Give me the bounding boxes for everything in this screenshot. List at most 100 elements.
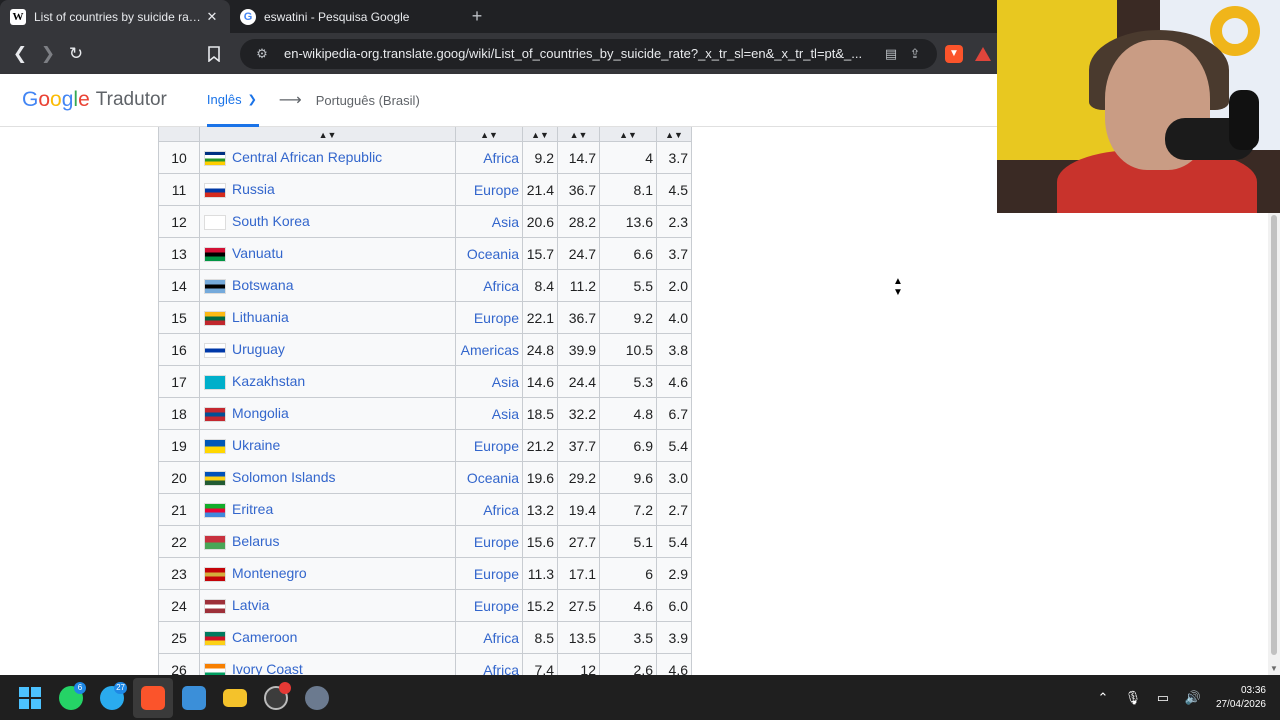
sort-icon[interactable]: ▲▼	[665, 130, 683, 140]
region-link[interactable]: Africa	[483, 662, 519, 676]
scroll-down-icon[interactable]: ▼	[1270, 664, 1278, 673]
rate-female-cell: 13.6	[599, 205, 657, 238]
chevron-up-icon[interactable]: ⌃	[1088, 690, 1118, 706]
settings-taskbar-button[interactable]	[297, 678, 337, 718]
region-link[interactable]: Africa	[483, 630, 519, 646]
system-clock[interactable]: 03:36 27/04/2026	[1216, 684, 1266, 712]
rate-male-cell: 12	[557, 653, 600, 675]
region-link[interactable]: Americas	[461, 342, 519, 358]
notepad-taskbar-button[interactable]	[174, 678, 214, 718]
whatsapp-taskbar-button[interactable]: 6	[51, 678, 91, 718]
region-link[interactable]: Africa	[483, 150, 519, 166]
country-link[interactable]: Central African Republic	[232, 149, 382, 165]
back-icon[interactable]: ❮	[6, 40, 34, 68]
region-link[interactable]: Europe	[474, 534, 519, 550]
region-link[interactable]: Europe	[474, 182, 519, 198]
rate-cell: 8.5	[522, 621, 558, 654]
brave-rewards-icon[interactable]	[975, 46, 991, 61]
address-bar[interactable]: ⚙ en-wikipedia-org.translate.goog/wiki/L…	[240, 38, 937, 69]
start-button[interactable]	[10, 678, 50, 718]
country-link[interactable]: Vanuatu	[232, 245, 283, 261]
country-link[interactable]: South Korea	[232, 213, 310, 229]
microphone-tray-icon[interactable]: 🎙	[1118, 690, 1148, 706]
country-link[interactable]: Lithuania	[232, 309, 289, 325]
country-link[interactable]: Russia	[232, 181, 275, 197]
country-link[interactable]: Montenegro	[232, 565, 307, 581]
sort-icon[interactable]: ▲▼	[480, 130, 498, 140]
country-link[interactable]: Ukraine	[232, 437, 280, 453]
column-header[interactable]: ▲▼	[522, 127, 558, 142]
country-link[interactable]: Latvia	[232, 597, 269, 613]
country-link[interactable]: Cameroon	[232, 629, 297, 645]
country-link[interactable]: Eritrea	[232, 501, 273, 517]
network-icon[interactable]: ▭	[1148, 690, 1178, 706]
resize-cursor-icon: ▲ ▼	[893, 276, 903, 298]
country-link[interactable]: Mongolia	[232, 405, 289, 421]
rate-female-cell: 9.2	[599, 301, 657, 334]
file-explorer-taskbar-button[interactable]	[215, 678, 255, 718]
table-header-row: ▲▼ ▲▼ ▲▼ ▲▼ ▲▼ ▲▼	[158, 127, 692, 142]
rate-cell: 15.7	[522, 237, 558, 270]
obs-taskbar-button[interactable]	[256, 678, 296, 718]
source-language-select[interactable]: Inglês ❯	[206, 74, 259, 127]
telegram-taskbar-button[interactable]: 27	[92, 678, 132, 718]
region-link[interactable]: Asia	[492, 406, 519, 422]
brave-taskbar-button[interactable]	[133, 677, 173, 718]
volume-icon[interactable]: 🔊	[1178, 690, 1208, 706]
sort-icon[interactable]: ▲▼	[619, 130, 637, 140]
region-link[interactable]: Oceania	[467, 246, 519, 262]
sort-icon[interactable]: ▲▼	[319, 130, 337, 140]
region-link[interactable]: Europe	[474, 566, 519, 582]
column-header[interactable]: ▲▼	[599, 127, 657, 142]
new-tab-icon[interactable]: +	[462, 0, 492, 33]
region-link[interactable]: Africa	[483, 502, 519, 518]
brave-shields-icon[interactable]: ▼	[945, 44, 963, 63]
reload-icon[interactable]: ↻	[62, 40, 90, 68]
scrollbar-thumb[interactable]	[1271, 215, 1277, 655]
reader-mode-icon[interactable]: ▤	[879, 46, 903, 62]
sort-icon[interactable]: ▲▼	[531, 130, 549, 140]
site-settings-icon[interactable]: ⚙	[250, 46, 274, 62]
country-flag-icon	[204, 438, 226, 454]
region-link[interactable]: Oceania	[467, 470, 519, 486]
rank-cell: 15	[158, 301, 200, 334]
country-link[interactable]: Kazakhstan	[232, 373, 305, 389]
column-header[interactable]: ▲▼	[656, 127, 692, 142]
target-language-label[interactable]: Português (Brasil)	[316, 93, 420, 108]
sort-icon[interactable]: ▲▼	[570, 130, 588, 140]
table-row: 12 South Korea Asia 20.6 28.2 13.6 2.3	[158, 205, 692, 238]
rate-female-cell: 5.3	[599, 365, 657, 398]
bookmark-icon[interactable]	[200, 40, 228, 68]
page-scrollbar[interactable]: ▼	[1268, 213, 1280, 675]
region-link[interactable]: Europe	[474, 598, 519, 614]
country-link[interactable]: Botswana	[232, 277, 293, 293]
google-logo[interactable]: Google	[22, 88, 90, 112]
column-header[interactable]	[158, 127, 200, 142]
country-link[interactable]: Belarus	[232, 533, 279, 549]
region-link[interactable]: Asia	[492, 374, 519, 390]
browser-tab[interactable]: G eswatini - Pesquisa Google	[230, 0, 462, 33]
region-link[interactable]: Europe	[474, 310, 519, 326]
column-header[interactable]: ▲▼	[199, 127, 456, 142]
close-tab-icon[interactable]: ✕	[204, 9, 220, 25]
browser-tab-active[interactable]: W List of countries by suicide rate - ✕	[0, 0, 230, 33]
country-link[interactable]: Solomon Islands	[232, 469, 336, 485]
region-link[interactable]: Africa	[483, 278, 519, 294]
ratio-cell: 2.7	[656, 493, 692, 526]
country-cell: Cameroon	[199, 621, 456, 654]
table-row: 11 Russia Europe 21.4 36.7 8.1 4.5	[158, 173, 692, 206]
country-link[interactable]: Uruguay	[232, 341, 285, 357]
rank-cell: 11	[158, 173, 200, 206]
region-cell: Africa	[455, 493, 523, 526]
country-link[interactable]: Ivory Coast	[232, 661, 303, 675]
forward-icon[interactable]: ❯	[34, 40, 62, 68]
column-header[interactable]: ▲▼	[455, 127, 523, 142]
share-icon[interactable]: ⇪	[903, 46, 927, 62]
rate-male-cell: 27.7	[557, 525, 600, 558]
region-link[interactable]: Europe	[474, 438, 519, 454]
country-flag-icon	[204, 534, 226, 550]
region-link[interactable]: Asia	[492, 214, 519, 230]
microphone-mount	[1229, 90, 1259, 150]
ratio-cell: 2.9	[656, 557, 692, 590]
column-header[interactable]: ▲▼	[557, 127, 600, 142]
